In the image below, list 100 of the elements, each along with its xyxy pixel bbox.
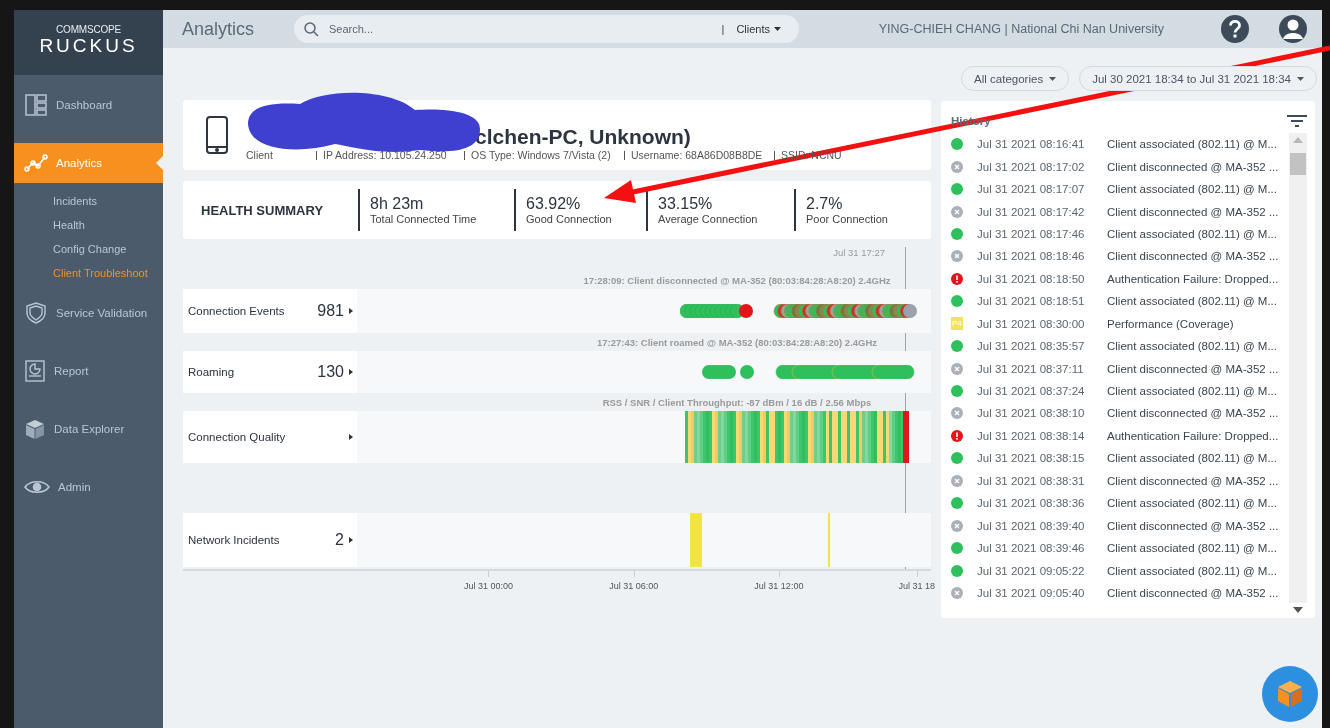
history-row[interactable]: Jul 31 2021 08:37:24 Client associated (802.11) @ M... <box>951 379 1289 403</box>
status-dot-icon <box>951 497 963 510</box>
history-row[interactable]: Jul 31 2021 08:17:46 Client associated (802.11) @ M... <box>951 222 1289 246</box>
phone-icon <box>206 116 228 154</box>
history-row[interactable]: Jul 31 2021 08:39:40 Client disconnected @ MA-352 ... <box>951 514 1289 537</box>
row-title: Connection Events <box>188 305 286 317</box>
history-row[interactable]: Jul 31 2021 08:18:50 Authentication Failure: Dropped... <box>951 267 1289 291</box>
history-row[interactable]: Jul 31 2021 09:05:22 Client associated (802.11) @ M... <box>951 559 1289 582</box>
nav-item[interactable]: Service Validation <box>14 293 163 333</box>
status-dot-icon <box>951 452 963 465</box>
caret-icon <box>1297 76 1304 81</box>
history-row[interactable]: Jul 31 2021 08:38:14 Authentication Failure: Dropped... <box>951 424 1289 448</box>
caret-icon[interactable] <box>349 537 353 543</box>
disconnect-icon <box>951 205 963 218</box>
timeline-row-label[interactable]: Network Incidents 2 <box>183 513 357 567</box>
history-row[interactable]: Jul 31 2021 08:38:10 Client disconnected @ MA-352 ... <box>951 402 1289 425</box>
page-title: Analytics <box>182 18 256 40</box>
history-row[interactable]: Jul 31 2021 08:38:15 Client associated (802.11) @ M... <box>951 447 1289 470</box>
category-dropdown[interactable]: All categories <box>961 66 1070 91</box>
status-dot-icon <box>951 385 963 398</box>
history-row[interactable]: Jul 31 2021 08:38:36 Client associated (802.11) @ M... <box>951 492 1289 515</box>
event-description: Client associated (802.11) @ M... <box>1107 564 1277 577</box>
axis-label: Jul 31 12:00 <box>754 581 804 591</box>
disconnect-icon <box>951 474 963 487</box>
history-row[interactable]: Jul 31 2021 09:05:40 Client disconnected @ MA-352 ... <box>951 581 1289 605</box>
help-button[interactable] <box>1220 14 1250 44</box>
event-description: Client associated (802.11) @ M... <box>1107 340 1277 353</box>
scope-dropdown[interactable]: Clients <box>732 23 789 35</box>
row-count: 2 <box>335 531 344 549</box>
event-description: Client associated (802.11) @ M... <box>1107 452 1277 465</box>
row-count: 981 <box>317 302 344 320</box>
nav-item[interactable]: Report <box>14 351 163 391</box>
filter-button[interactable] <box>1287 114 1307 128</box>
dashboard-icon <box>24 93 48 117</box>
history-row[interactable]: Jul 31 2021 08:18:51 Client associated (802.11) @ M... <box>951 290 1289 313</box>
metric-label: Average Connection <box>658 213 759 225</box>
axis-label: Jul 31 00:00 <box>463 581 513 591</box>
disconnect-icon <box>951 362 963 375</box>
history-row[interactable]: Jul 31 2021 08:17:07 Client associated (802.11) @ M... <box>951 177 1289 201</box>
history-row[interactable]: Jul 31 2021 08:37:11 Client disconnected @ MA-352 ... <box>951 357 1289 380</box>
history-row[interactable]: P4 Jul 31 2021 08:30:00 Performance (Coverage) <box>951 312 1289 335</box>
history-row[interactable]: Jul 31 2021 08:38:31 Client disconnected @ MA-352 ... <box>951 469 1289 492</box>
axis-label: Jul 31 18 <box>898 581 935 591</box>
event-description: Client disconnected @ MA-352 ... <box>1107 407 1279 420</box>
event-time: Jul 31 2021 08:17:07 <box>977 184 1086 195</box>
history-row[interactable]: Jul 31 2021 08:35:57 Client associated (802.11) @ M... <box>951 334 1289 358</box>
timeline-row-label[interactable]: Connection Quality <box>183 411 357 463</box>
nav-subitem[interactable]: Config Change <box>14 237 163 261</box>
nav-item[interactable]: Data Explorer <box>14 409 163 449</box>
scrollbar-thumb[interactable] <box>1290 153 1306 175</box>
search-field[interactable]: Search... | Clients <box>294 15 799 43</box>
nav-subitem[interactable]: Health <box>14 213 163 237</box>
timeline-row-label[interactable]: Roaming 130 <box>183 351 357 393</box>
user-org-label: YING-CHIEH CHANG | National Chi Nan University <box>878 22 1164 36</box>
client-info-text: Username: 68A86D08B8DE <box>624 150 764 160</box>
logo: COMMSCOPE RUCKUS <box>14 10 163 75</box>
status-dot-icon <box>951 138 963 151</box>
caret-icon <box>1049 76 1057 81</box>
history-row[interactable]: Jul 31 2021 08:18:46 Client disconnected @ MA-352 ... <box>951 245 1289 268</box>
event-time: Jul 31 2021 08:18:51 <box>977 296 1086 307</box>
event-time: Jul 31 2021 09:05:22 <box>977 565 1086 576</box>
history-row[interactable]: Jul 31 2021 08:39:46 Client associated (802.11) @ M... <box>951 536 1289 560</box>
event-time: Jul 31 2021 08:38:36 <box>977 498 1086 509</box>
event-time: Jul 31 2021 08:38:10 <box>977 408 1086 419</box>
event-description: Authentication Failure: Dropped... <box>1107 429 1279 442</box>
history-row[interactable]: Jul 31 2021 08:17:02 Client disconnected @ MA-352 ... <box>951 155 1289 178</box>
search-icon <box>304 21 319 37</box>
cube-icon <box>1278 681 1302 707</box>
nav-subitem[interactable]: Incidents <box>14 189 163 213</box>
caret-icon[interactable] <box>349 369 353 375</box>
row-title: Connection Quality <box>188 431 287 443</box>
status-dot-icon <box>951 340 963 353</box>
caret-icon[interactable] <box>349 308 353 314</box>
metric-value: 8h 23m <box>370 195 425 213</box>
event-time: Jul 31 2021 08:38:14 <box>977 430 1086 441</box>
event-time: Jul 31 2021 08:38:15 <box>977 453 1086 464</box>
row-title: Network Incidents <box>188 534 281 546</box>
event-description: Client disconnected @ MA-352 ... <box>1107 250 1279 263</box>
event-caption: 17:27:43: Client roamed @ MA-352 (80:03:84:28:A8:20) 2.4GHz <box>595 336 879 350</box>
nav-item[interactable]: Admin <box>14 467 163 507</box>
user-avatar-button[interactable] <box>1278 14 1308 44</box>
timeline-row-label[interactable]: Connection Events 981 <box>183 289 357 333</box>
client-title: clchen-PC, Unknown) <box>474 124 692 149</box>
date-range-dropdown[interactable]: Jul 30 2021 18:34 to Jul 31 2021 18:34 <box>1079 66 1317 91</box>
nav-item[interactable]: Dashboard <box>14 85 163 125</box>
event-description: Client disconnected @ MA-352 ... <box>1107 160 1279 173</box>
event-time: Jul 31 2021 08:17:46 <box>977 228 1086 239</box>
disconnect-icon <box>951 160 963 173</box>
event-time: Jul 31 2021 08:37:11 <box>977 363 1085 374</box>
caret-icon[interactable] <box>349 434 353 440</box>
shield-icon <box>24 301 48 325</box>
status-dot-icon <box>951 183 963 196</box>
disconnect-icon <box>951 250 963 263</box>
eye-icon <box>24 479 50 495</box>
history-row[interactable]: Jul 31 2021 08:17:42 Client disconnected @ MA-352 ... <box>951 200 1289 223</box>
scroll-down-icon[interactable] <box>1293 607 1303 613</box>
history-row[interactable]: Jul 31 2021 08:16:41 Client associated (802.11) @ M... <box>951 133 1289 156</box>
metric-value: 2.7% <box>806 195 844 213</box>
event-description: Client disconnected @ MA-352 ... <box>1107 205 1279 218</box>
row-count: 130 <box>317 363 344 381</box>
